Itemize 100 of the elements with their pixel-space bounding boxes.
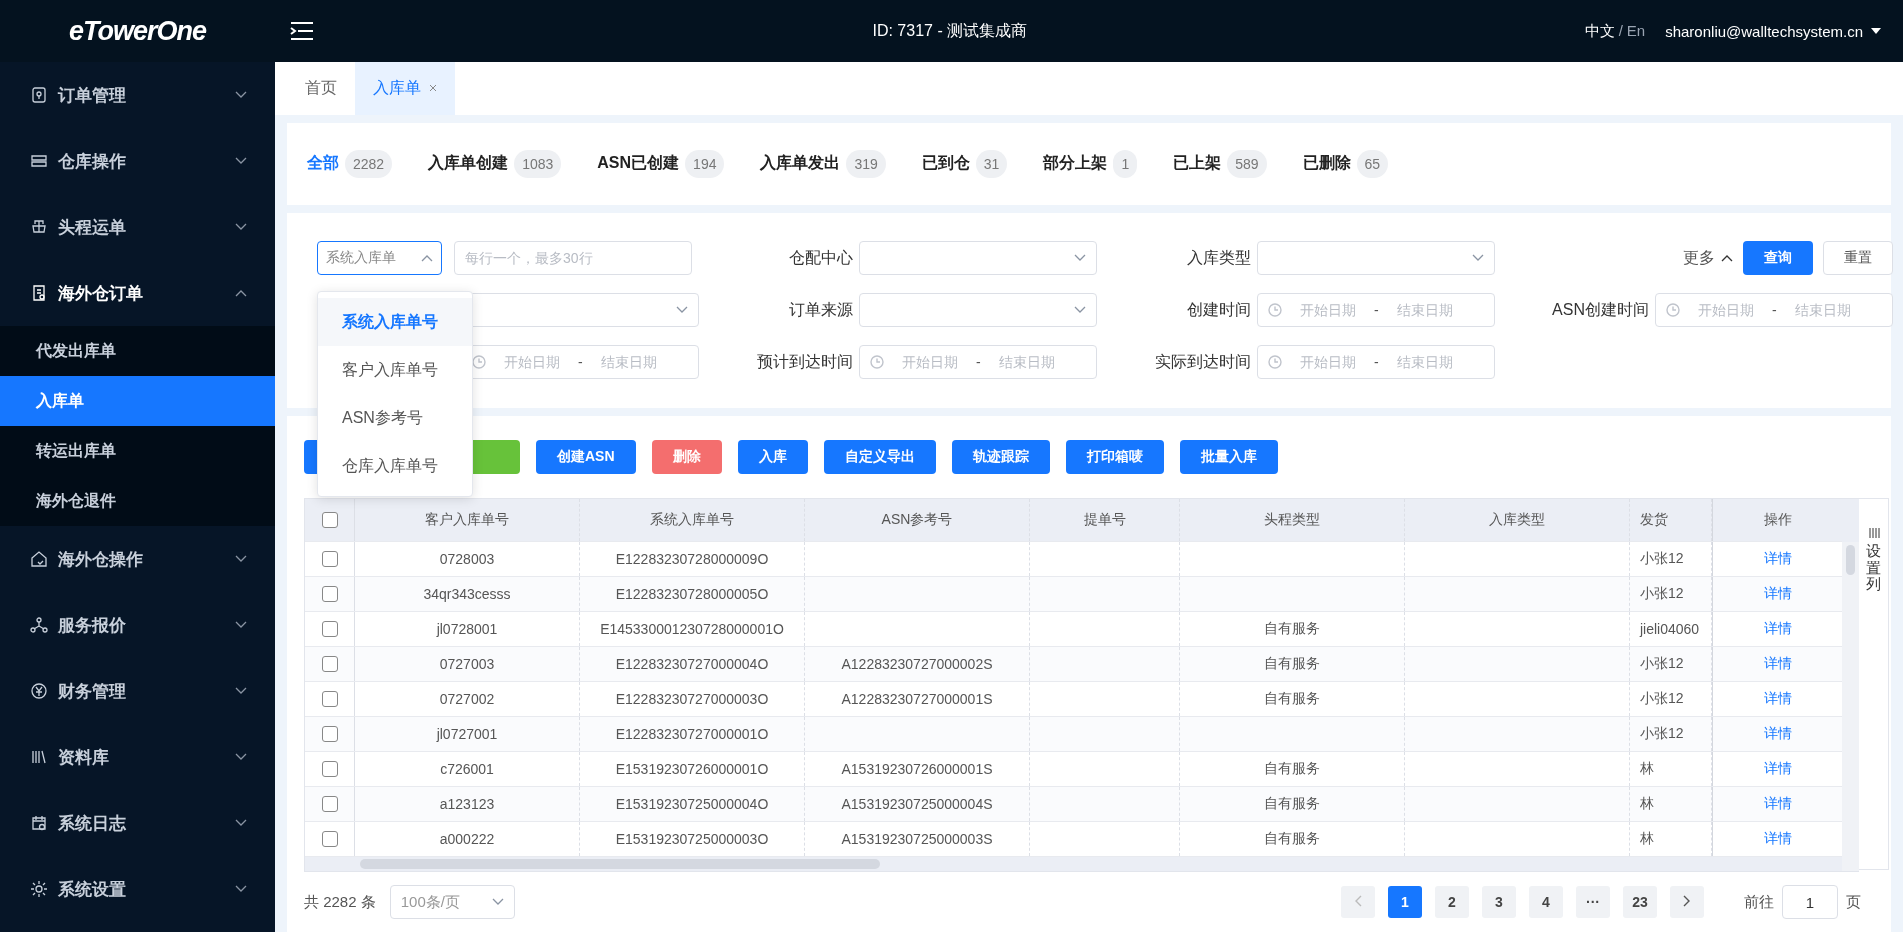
- column-settings-button[interactable]: 设置列: [1859, 498, 1889, 870]
- sidebar-subitem[interactable]: 海外仓退件: [0, 476, 275, 526]
- page-button[interactable]: ···: [1576, 886, 1610, 918]
- page-button[interactable]: 23: [1623, 886, 1657, 918]
- action-button[interactable]: 批量入库: [1179, 440, 1278, 474]
- details-link[interactable]: 详情: [1764, 830, 1792, 848]
- sidebar-subitem[interactable]: 代发出库单: [0, 326, 275, 376]
- caret-icon[interactable]: [1871, 28, 1881, 34]
- start-date-input[interactable]: 开始日期: [1290, 353, 1366, 372]
- page-button[interactable]: 3: [1482, 886, 1516, 918]
- count-badge: 194: [685, 149, 725, 178]
- sidebar-subitem[interactable]: 入库单: [0, 376, 275, 426]
- more-toggle[interactable]: 更多: [1683, 247, 1733, 269]
- sidebar-item[interactable]: 资料库: [0, 724, 275, 790]
- select-field[interactable]: [859, 293, 1097, 328]
- field-type-select[interactable]: 系统入库单: [317, 241, 442, 276]
- action-button[interactable]: 入库: [737, 440, 808, 474]
- date-range-field[interactable]: 开始日期 - 结束日期: [1655, 293, 1893, 328]
- row-checkbox[interactable]: [321, 761, 338, 777]
- row-checkbox[interactable]: [321, 796, 338, 812]
- dropdown-option[interactable]: 系统入库单号: [318, 298, 472, 347]
- select-field[interactable]: [1257, 241, 1495, 276]
- table-cell: A12283230727000001S: [805, 682, 1030, 716]
- details-link[interactable]: 详情: [1764, 550, 1792, 568]
- range-separator: -: [1374, 354, 1379, 371]
- table-cell: E12283230727000003O: [580, 682, 805, 716]
- language-option[interactable]: En: [1626, 21, 1646, 41]
- details-link[interactable]: 详情: [1764, 760, 1792, 778]
- page-tab[interactable]: 首页: [287, 62, 355, 115]
- status-tab[interactable]: 入库单创建 1083: [428, 149, 562, 178]
- action-button[interactable]: 轨迹跟踪: [951, 440, 1050, 474]
- sidebar-item[interactable]: 海外仓操作: [0, 526, 275, 592]
- status-tab[interactable]: 部分上架 1: [1043, 149, 1138, 178]
- filter-label: 入库类型: [1186, 247, 1251, 268]
- date-range-field[interactable]: 开始日期 - 结束日期: [1257, 345, 1495, 380]
- status-tab[interactable]: 已上架 589: [1173, 149, 1267, 178]
- sidebar-item[interactable]: 海外仓订单: [0, 260, 275, 326]
- details-link[interactable]: 详情: [1764, 795, 1792, 813]
- page-button[interactable]: 1: [1388, 886, 1422, 918]
- sidebar-item[interactable]: 头程运单: [0, 194, 275, 260]
- end-date-input[interactable]: 结束日期: [1386, 301, 1463, 320]
- sidebar-item[interactable]: 财务管理: [0, 658, 275, 724]
- dropdown-option[interactable]: ASN参考号: [318, 394, 472, 443]
- close-icon[interactable]: [429, 84, 437, 93]
- sidebar-subitem[interactable]: 转运出库单: [0, 426, 275, 476]
- status-tab[interactable]: 入库单发出 319: [760, 149, 886, 178]
- details-link[interactable]: 详情: [1764, 620, 1792, 638]
- reset-button[interactable]: 重置: [1823, 241, 1893, 276]
- date-range-field[interactable]: 开始日期 - 结束日期: [859, 345, 1097, 380]
- sidebar-item[interactable]: 订单管理: [0, 62, 275, 128]
- start-date-input[interactable]: 开始日期: [1688, 301, 1764, 320]
- start-date-input[interactable]: 开始日期: [1290, 301, 1366, 320]
- end-date-input[interactable]: 结束日期: [590, 353, 667, 372]
- details-link[interactable]: 详情: [1764, 655, 1792, 673]
- page-button[interactable]: 4: [1529, 886, 1563, 918]
- row-checkbox[interactable]: [321, 656, 338, 672]
- row-checkbox[interactable]: [321, 586, 338, 602]
- sidebar-item[interactable]: 系统设置: [0, 856, 275, 922]
- menu-icon[interactable]: [289, 20, 315, 42]
- action-button[interactable]: 打印箱唛: [1065, 440, 1164, 474]
- language-option[interactable]: 中文: [1584, 21, 1615, 41]
- sidebar-item[interactable]: 仓库操作: [0, 128, 275, 194]
- next-page-button[interactable]: [1670, 886, 1704, 918]
- page-number-field[interactable]: 1: [1782, 885, 1838, 919]
- status-tab[interactable]: 全部 2282: [307, 149, 393, 178]
- select-all-checkbox[interactable]: [321, 512, 338, 528]
- sidebar-item[interactable]: 系统日志: [0, 790, 275, 856]
- action-button[interactable]: 创建ASN: [536, 440, 636, 474]
- row-checkbox[interactable]: [321, 831, 338, 847]
- table-cell: 34qr343cesss: [355, 577, 580, 611]
- status-tab[interactable]: 已到仓 31: [921, 149, 1008, 178]
- row-checkbox[interactable]: [321, 726, 338, 742]
- status-tab[interactable]: 已删除 65: [1302, 149, 1389, 178]
- details-link[interactable]: 详情: [1764, 725, 1792, 743]
- status-tab[interactable]: ASN已创建 194: [597, 149, 725, 178]
- row-checkbox[interactable]: [321, 551, 338, 567]
- search-button[interactable]: 查询: [1743, 241, 1813, 276]
- table-cell: 自有服务: [1180, 612, 1405, 646]
- details-link[interactable]: 详情: [1764, 585, 1792, 603]
- end-date-input[interactable]: 结束日期: [1386, 353, 1463, 372]
- user-email[interactable]: sharonliu@walltechsystem.cn: [1665, 22, 1863, 40]
- select-field[interactable]: [859, 241, 1097, 276]
- horizontal-scrollbar[interactable]: [305, 857, 1842, 871]
- page-tab[interactable]: 入库单: [355, 62, 455, 115]
- dropdown-option[interactable]: 仓库入库单号: [318, 442, 472, 491]
- row-checkbox[interactable]: [321, 691, 338, 707]
- search-input-field[interactable]: 每行一个，最多30行: [454, 241, 692, 276]
- details-link[interactable]: 详情: [1764, 690, 1792, 708]
- date-range-field[interactable]: 开始日期 - 结束日期: [1257, 293, 1495, 328]
- start-date-input[interactable]: 开始日期: [494, 353, 570, 372]
- page-button[interactable]: 2: [1435, 886, 1469, 918]
- scrollbar-thumb[interactable]: [1846, 545, 1855, 575]
- end-date-input[interactable]: 结束日期: [988, 353, 1065, 372]
- end-date-input[interactable]: 结束日期: [1784, 301, 1861, 320]
- action-button[interactable]: 自定义导出: [823, 440, 936, 474]
- row-checkbox[interactable]: [321, 621, 338, 637]
- vertical-scrollbar[interactable]: [1842, 542, 1859, 871]
- chevron-icon: [491, 898, 504, 906]
- start-date-input[interactable]: 开始日期: [892, 353, 968, 372]
- sidebar-item[interactable]: 服务报价: [0, 592, 275, 658]
